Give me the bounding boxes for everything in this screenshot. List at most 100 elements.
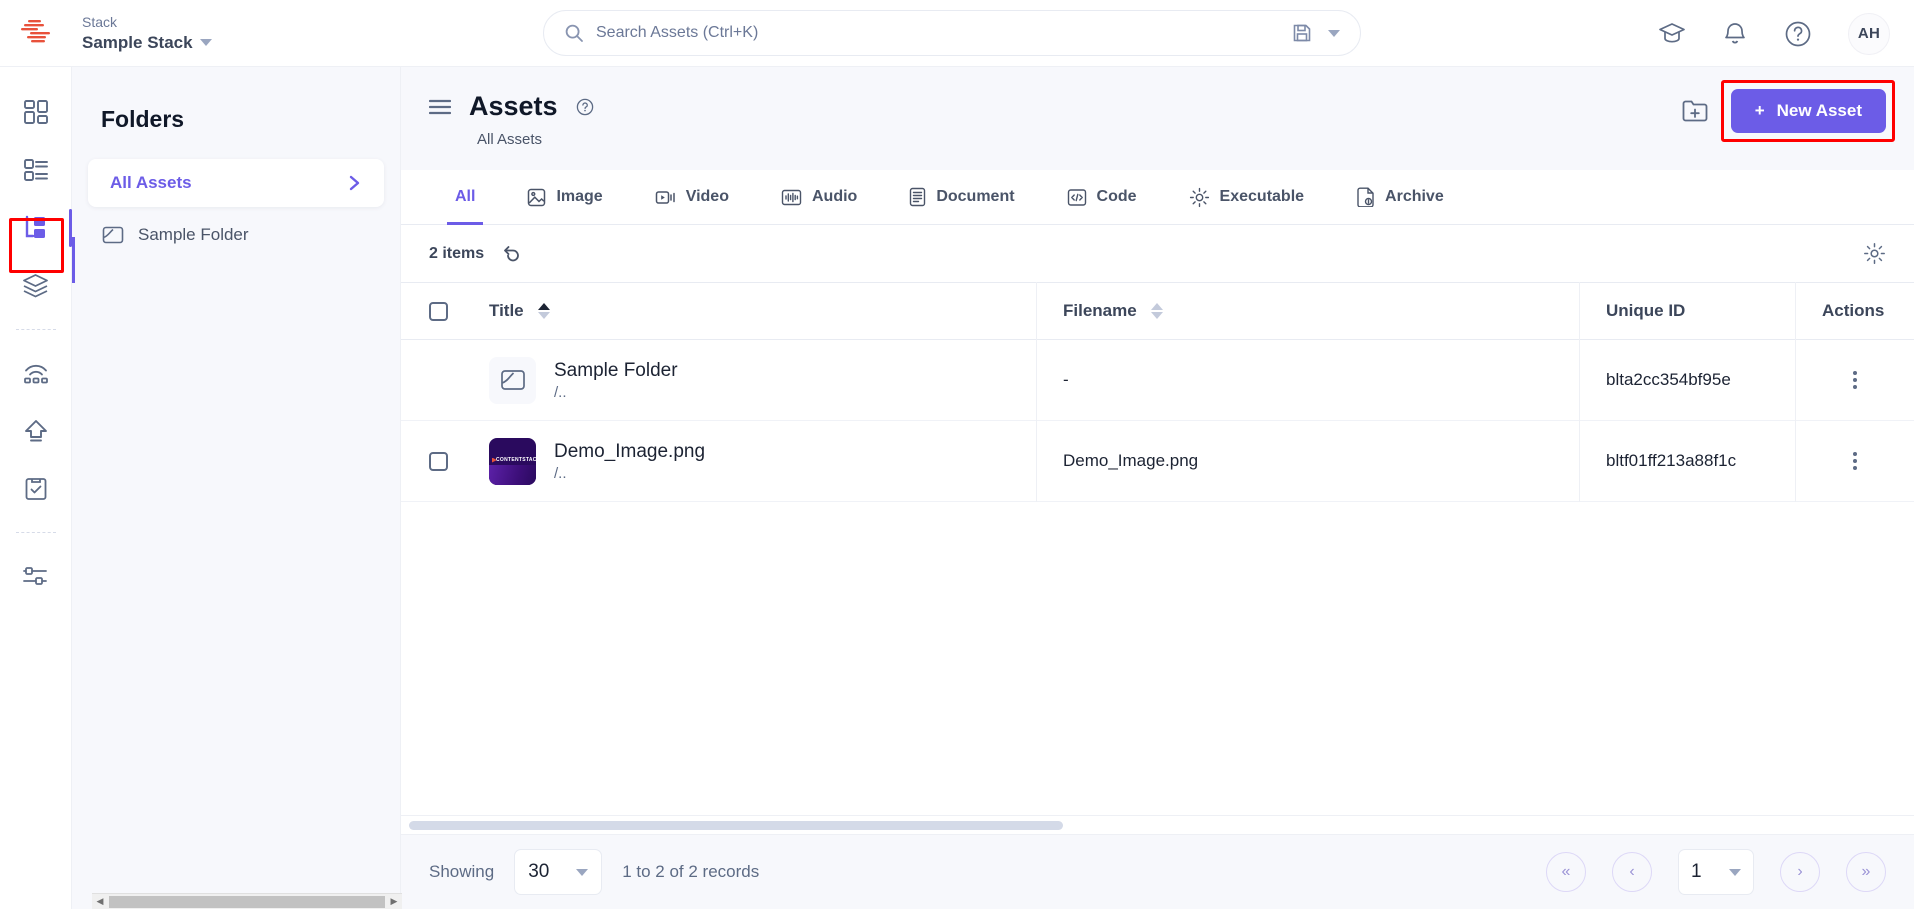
tab-document[interactable]: Document xyxy=(883,170,1040,225)
tab-label: Document xyxy=(936,188,1015,205)
app-root: Stack Sample Stack Search Assets (Ctrl+K… xyxy=(0,0,1914,909)
document-icon xyxy=(909,187,926,207)
row-actions-menu-icon[interactable] xyxy=(1853,452,1857,470)
row-actions-cell xyxy=(1796,340,1914,421)
rail-divider-1 xyxy=(15,329,56,330)
sort-ascending-icon xyxy=(1150,303,1163,310)
plus-icon: + xyxy=(1754,101,1765,120)
row-checkbox[interactable] xyxy=(429,451,448,471)
tab-executable[interactable]: Executable xyxy=(1163,170,1330,225)
sidebar-item-settings[interactable] xyxy=(0,547,72,605)
next-page-button[interactable]: › xyxy=(1780,852,1820,892)
asset-path: /.. xyxy=(554,464,567,482)
left-nav-rail xyxy=(0,67,72,909)
sidebar-item-publish[interactable] xyxy=(0,402,72,460)
asset-type-tabs: All Image Video Audio Document Code Exec… xyxy=(401,170,1914,225)
tab-code[interactable]: Code xyxy=(1041,170,1163,225)
code-icon xyxy=(1067,188,1087,207)
stack-switcher[interactable]: Stack Sample Stack xyxy=(82,13,212,54)
page-size-select[interactable]: 30 xyxy=(514,849,603,895)
folders-title: Folders xyxy=(101,106,185,132)
search-bar[interactable] xyxy=(543,10,1361,56)
records-range-label: 1 to 2 of 2 records xyxy=(622,862,760,881)
table-settings-gear-icon[interactable] xyxy=(1863,242,1886,265)
items-count: 2 items xyxy=(429,244,485,262)
table-horizontal-scrollbar[interactable] xyxy=(401,815,1914,835)
previous-page-button[interactable]: ‹ xyxy=(1612,852,1652,892)
sort-toggle-title[interactable] xyxy=(537,303,550,319)
main-content: Assets All Assets + New Asset All Image … xyxy=(401,67,1914,909)
column-header-unique-id[interactable]: Unique ID xyxy=(1580,282,1796,340)
page-title: Assets xyxy=(469,91,558,121)
sidebar-item-tasks[interactable] xyxy=(0,460,72,518)
folder-item-label: Sample Folder xyxy=(138,225,249,244)
page-size-value: 30 xyxy=(528,861,550,882)
column-label: Filename xyxy=(1063,301,1137,320)
sort-toggle-filename[interactable] xyxy=(1150,303,1163,319)
table-footer: Showing 30 1 to 2 of 2 records « ‹ 1 › » xyxy=(401,835,1914,909)
tab-label: All xyxy=(455,188,476,205)
new-folder-icon[interactable] xyxy=(1681,98,1709,124)
column-header-filename[interactable]: Filename xyxy=(1037,282,1580,340)
folder-item-all-assets[interactable]: All Assets xyxy=(88,159,384,207)
tab-label: Video xyxy=(685,188,729,205)
folder-thumbnail xyxy=(489,356,536,404)
hamburger-menu-icon[interactable] xyxy=(429,98,451,116)
help-circle-icon[interactable] xyxy=(576,98,594,116)
window-horizontal-scrollbar[interactable]: ◀ ▶ xyxy=(92,893,402,909)
save-icon[interactable] xyxy=(1292,23,1312,43)
all-assets-label: All Assets xyxy=(110,173,192,192)
top-bar: Stack Sample Stack Search Assets (Ctrl+K… xyxy=(0,0,1914,67)
sidebar-item-assets[interactable] xyxy=(0,199,72,257)
showing-label: Showing xyxy=(429,862,495,881)
tab-label: Audio xyxy=(811,188,858,205)
avatar[interactable]: AH xyxy=(1848,12,1890,55)
tab-image[interactable]: Image xyxy=(501,170,628,225)
column-label: Actions xyxy=(1822,301,1885,320)
table-header-row: Title Filename Unique ID Actions xyxy=(401,282,1914,340)
chevron-down-icon[interactable] xyxy=(199,39,212,46)
select-all-checkbox[interactable] xyxy=(429,301,448,321)
new-asset-button[interactable]: + New Asset xyxy=(1730,89,1886,133)
row-unique-id-cell: blta2cc354bf95e xyxy=(1580,339,1796,421)
column-label: Unique ID xyxy=(1606,301,1686,320)
row-title-cell[interactable]: Sample Folder /.. xyxy=(463,339,1037,421)
folder-icon xyxy=(102,225,124,245)
contentstack-logo[interactable] xyxy=(0,0,72,67)
search-input[interactable] xyxy=(596,24,1292,42)
scroll-right-arrow-icon[interactable]: ▶ xyxy=(386,896,402,907)
sidebar-item-stacks[interactable] xyxy=(0,257,72,315)
pagination-controls: « ‹ 1 › » xyxy=(1546,849,1886,895)
help-icon[interactable] xyxy=(1784,20,1812,48)
table-row[interactable]: Sample Folder /.. - blta2cc354bf95e xyxy=(401,339,1914,421)
sidebar-item-dashboard[interactable] xyxy=(0,83,72,141)
saved-views-chevron-down-icon[interactable] xyxy=(1328,29,1340,37)
first-page-button[interactable]: « xyxy=(1546,852,1586,892)
tab-label: Executable xyxy=(1219,188,1305,205)
folder-item-sample-folder[interactable]: Sample Folder xyxy=(72,207,400,245)
scroll-left-arrow-icon[interactable]: ◀ xyxy=(92,896,108,907)
row-title-cell[interactable]: CONTENTSTACK Demo_Image.png /.. xyxy=(463,420,1037,502)
column-header-title[interactable]: Title xyxy=(463,282,1037,340)
select-all-header xyxy=(401,282,463,340)
chevron-down-icon xyxy=(576,868,589,876)
last-page-button[interactable]: » xyxy=(1846,852,1886,892)
notifications-icon[interactable] xyxy=(1722,20,1748,47)
row-actions-menu-icon[interactable] xyxy=(1853,371,1857,389)
rail-divider-2 xyxy=(15,532,56,533)
tab-video[interactable]: Video xyxy=(629,170,755,225)
chevron-right-icon[interactable] xyxy=(346,174,362,192)
sort-descending-icon xyxy=(1150,312,1163,319)
tab-all[interactable]: All xyxy=(429,170,501,225)
table-row[interactable]: CONTENTSTACK Demo_Image.png /.. Demo_Ima… xyxy=(401,420,1914,502)
academy-icon[interactable] xyxy=(1658,21,1686,47)
column-label: Title xyxy=(489,301,524,320)
window-scrollbar-thumb[interactable] xyxy=(109,895,385,908)
sidebar-item-entries[interactable] xyxy=(0,141,72,199)
sidebar-item-live-preview[interactable] xyxy=(0,344,72,402)
page-number-select[interactable]: 1 xyxy=(1678,849,1754,895)
refresh-undo-icon[interactable] xyxy=(502,244,522,264)
scrollbar-thumb[interactable] xyxy=(409,820,1063,830)
tab-audio[interactable]: Audio xyxy=(755,170,883,225)
tab-archive[interactable]: Archive xyxy=(1330,170,1470,225)
